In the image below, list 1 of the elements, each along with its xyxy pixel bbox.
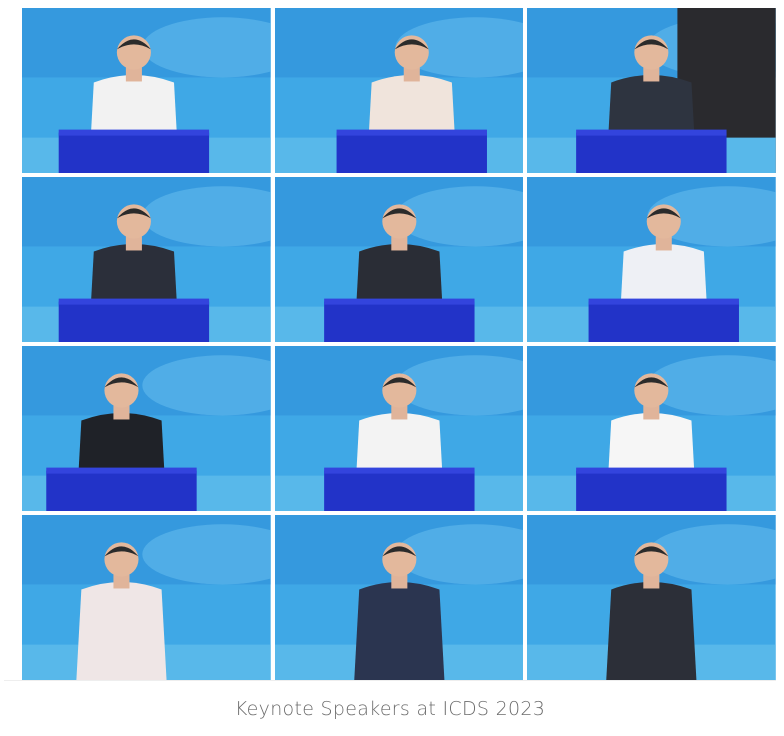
- image-caption: Keynote Speakers at ICDS 2023: [234, 698, 546, 720]
